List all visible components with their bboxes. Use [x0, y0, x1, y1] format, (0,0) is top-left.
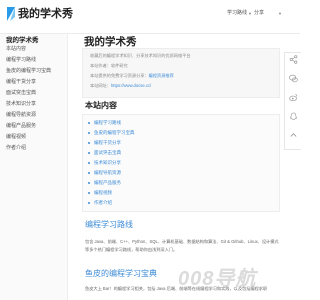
bullet-icon — [88, 152, 90, 154]
toc-item[interactable]: 编程学习路线 — [94, 120, 121, 126]
weibo-icon — [288, 94, 297, 102]
sidebar-item-site-content[interactable]: 本站内容 — [6, 46, 26, 53]
info-label: 本站网址： — [90, 83, 111, 88]
toc-heading: 本站内容 — [85, 101, 117, 110]
info-line: 本站提供的免费学习资源分享：编程资源推荐 — [90, 73, 174, 79]
bullet-icon — [88, 132, 90, 134]
sidebar-item-author[interactable]: 作者介绍 — [6, 145, 26, 152]
logo-icon — [7, 7, 15, 21]
chevron-down-icon: ▼ — [278, 11, 282, 16]
section-heading-study-guide: 鱼皮的编程学习宝典 — [85, 269, 157, 278]
bullet-icon — [88, 172, 90, 174]
toc-item[interactable]: 鱼皮的编程学习宝典 — [94, 130, 135, 136]
top-header: 我的学术秀 学习路线 ▼ 分享 ▼ — [0, 0, 300, 34]
toc-item[interactable]: 技术知识分享 — [94, 160, 121, 166]
share-icon — [289, 55, 297, 64]
sidebar: 我的学术秀 本站内容 编程学习路线 鱼皮的编程学习宝典 编程干货分享 面试突击宝… — [0, 34, 68, 300]
info-line: 本站网址：https://www.docse.cc/ — [90, 83, 151, 89]
table-of-contents: 编程学习路线 鱼皮的编程学习宝典 编程干货分享 面试突击宝典 技术知识分享 编程… — [82, 114, 280, 212]
sidebar-item-interview[interactable]: 面试突击宝典 — [6, 90, 36, 97]
bullet-icon — [88, 162, 90, 164]
sidebar-item-learning-path[interactable]: 编程学习路线 — [6, 57, 36, 64]
main-content: 我的学术秀 收藏后的编程学术知识、分享技术知识的优质网络平台 本站作者：软件研究… — [80, 34, 280, 300]
site-url-link[interactable]: https://www.docse.cc/ — [111, 83, 151, 88]
wechat-button[interactable] — [285, 72, 301, 90]
info-line: 本站作者：软件研究 — [90, 63, 128, 68]
toc-item[interactable]: 编程视频 — [94, 190, 112, 196]
sidebar-item-resources[interactable]: 编程导航资源 — [6, 112, 36, 119]
nav-learning-path[interactable]: 学习路线 — [227, 9, 247, 17]
sidebar-item-study-guide[interactable]: 鱼皮的编程学习宝典 — [6, 68, 51, 75]
watermark-subtext: www.008dh.com — [186, 286, 216, 291]
info-label: 本站提供的免费学习资源分享： — [90, 73, 149, 78]
sidebar-item-tech-knowledge[interactable]: 技术知识分享 — [6, 101, 36, 108]
floating-share-bar — [284, 52, 301, 150]
site-logo-text[interactable]: 我的学术秀 — [18, 7, 73, 21]
nav-share[interactable]: 分享 — [254, 9, 264, 17]
back-to-top-button[interactable] — [285, 129, 301, 147]
qq-button[interactable] — [285, 110, 301, 128]
toc-item[interactable]: 编程干货分享 — [94, 140, 121, 146]
section-heading-learning-path: 编程学习路线 — [85, 220, 133, 229]
bullet-icon — [88, 192, 90, 194]
sidebar-title: 我的学术秀 — [6, 37, 39, 44]
section-text: 包含 Java、前端、C++、Python、SQL、计算机基础、数据结构和算法、… — [85, 239, 279, 244]
weibo-button[interactable] — [285, 91, 301, 109]
toc-item[interactable]: 编程产品服务 — [94, 180, 121, 186]
bullet-icon — [88, 182, 90, 184]
qq-icon — [289, 112, 297, 121]
sidebar-item-products[interactable]: 编程产品服务 — [6, 123, 36, 130]
sidebar-item-videos[interactable]: 编程视频 — [6, 134, 26, 141]
toc-item[interactable]: 编程导航资源 — [94, 170, 121, 176]
bullet-icon — [88, 122, 90, 124]
resources-link[interactable]: 编程资源推荐 — [149, 73, 174, 78]
arrow-up-icon — [289, 133, 297, 137]
section-text: 等多个热门编程学习路线，帮助你由浅到深入门。 — [85, 247, 178, 252]
sidebar-item-dry-goods[interactable]: 编程干货分享 — [6, 79, 36, 86]
site-info-box: 收藏后的编程学术知识、分享技术知识的优质网络平台 本站作者：软件研究 本站提供的… — [82, 48, 280, 98]
wechat-icon — [288, 74, 298, 83]
toc-item[interactable]: 作者介绍 — [94, 200, 112, 206]
share-button[interactable] — [285, 53, 301, 71]
info-line: 收藏后的编程学术知识、分享技术知识的优质网络平台 — [90, 53, 191, 58]
bullet-icon — [88, 142, 90, 144]
watermark: 008导航 www.008dh.com — [156, 262, 294, 292]
bullet-icon — [88, 202, 90, 204]
chevron-down-icon: ▼ — [248, 11, 252, 16]
toc-item[interactable]: 面试突击宝典 — [94, 150, 121, 156]
